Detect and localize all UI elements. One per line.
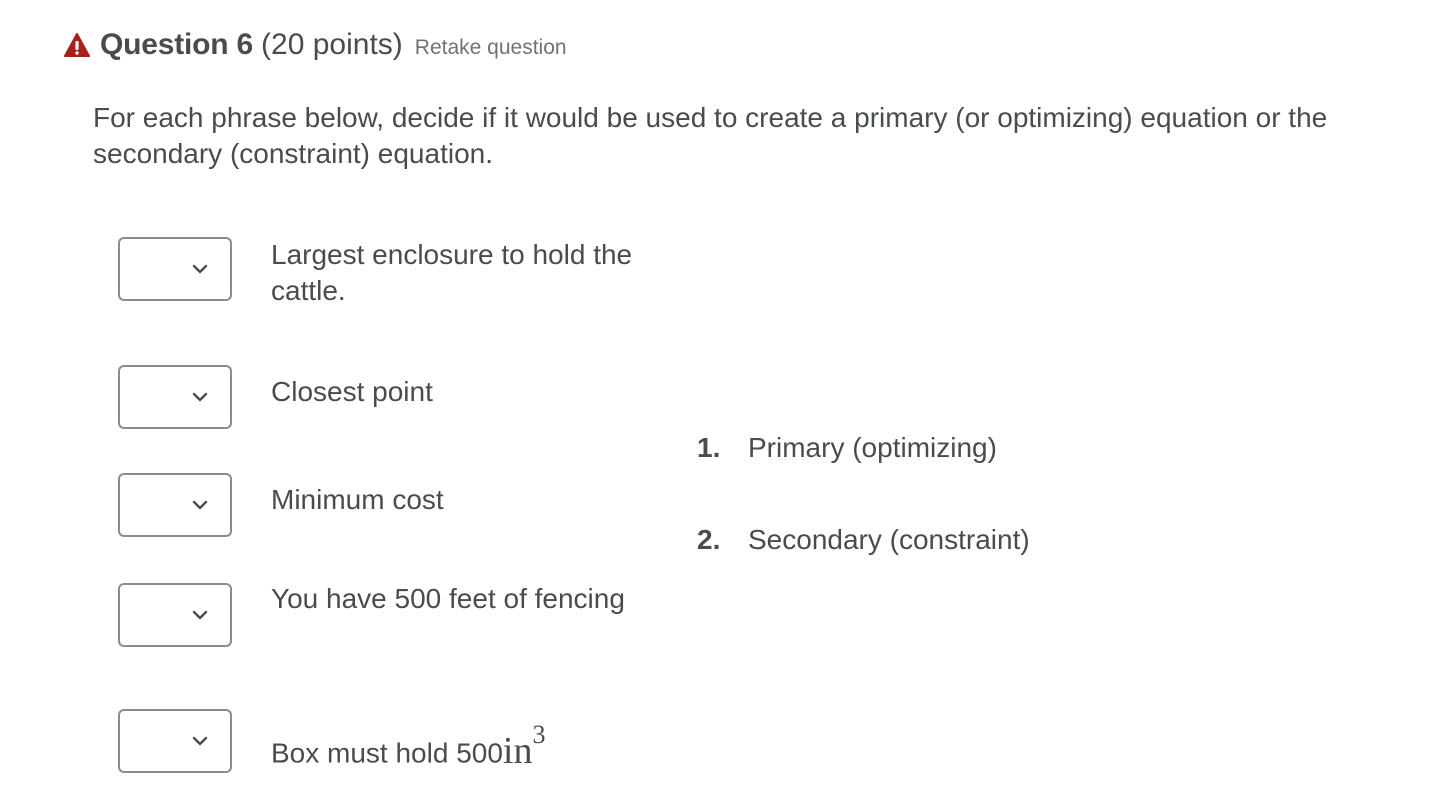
phrase-text: You have 500 feet of fencing [271, 583, 625, 614]
chevron-down-icon [192, 498, 208, 512]
phrase-text: Closest point [271, 376, 433, 407]
chevron-down-icon [192, 262, 208, 276]
phrase-text: Box must hold 500in3 [271, 719, 671, 776]
choice-item: 1. Primary (optimizing) [697, 432, 997, 464]
answer-select[interactable] [118, 473, 232, 537]
answer-select[interactable] [118, 237, 232, 301]
choice-item: 2. Secondary (constraint) [697, 524, 1030, 556]
chevron-down-icon [192, 734, 208, 748]
warning-triangle-icon [64, 32, 90, 58]
math-exponent: 3 [532, 720, 546, 749]
choice-number: 2. [697, 524, 721, 555]
answer-select[interactable] [118, 583, 232, 647]
question-title: Question 6 [100, 28, 254, 61]
choice-number: 1. [697, 432, 721, 463]
question-points: (20 points) [261, 28, 403, 61]
question-prompt: For each phrase below, decide if it woul… [93, 102, 1328, 169]
choice-label: Primary (optimizing) [748, 432, 997, 463]
answer-select[interactable] [118, 365, 232, 429]
chevron-down-icon [192, 608, 208, 622]
retake-question-link[interactable]: Retake question [415, 36, 567, 60]
math-unit: in3 [502, 720, 546, 772]
choice-label: Secondary (constraint) [748, 524, 1030, 555]
answer-select[interactable] [118, 709, 232, 773]
math-unit-base: in [502, 729, 533, 772]
phrase-text: Largest enclosure to hold the cattle. [271, 239, 633, 306]
chevron-down-icon [192, 390, 208, 404]
question-header: Question 6 (20 points) Retake question [64, 28, 567, 62]
phrase-text-prefix: Box must hold 500 [271, 737, 503, 769]
phrase-text: Minimum cost [271, 484, 444, 515]
